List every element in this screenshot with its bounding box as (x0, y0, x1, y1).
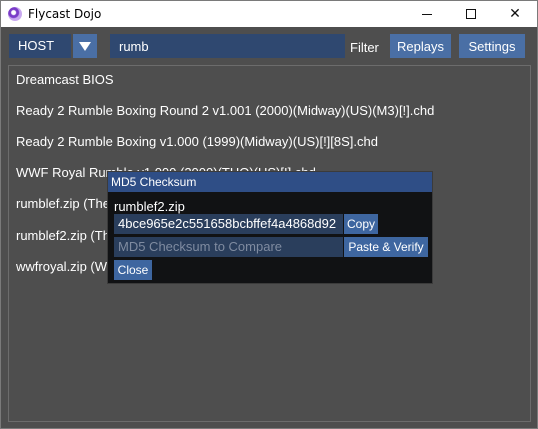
filter-label: Filter (350, 40, 379, 55)
app-window: Flycast Dojo ✕ HOST Filter Replays Setti… (0, 0, 538, 429)
game-list-item[interactable]: Dreamcast BIOS (16, 72, 114, 87)
game-list-item[interactable]: Ready 2 Rumble Boxing v1.000 (1999)(Midw… (16, 134, 378, 149)
game-list-item[interactable]: Ready 2 Rumble Boxing Round 2 v1.001 (20… (16, 103, 434, 118)
maximize-icon (466, 9, 476, 19)
flycast-logo-icon (8, 7, 22, 21)
dialog-filename: rumblef2.zip (114, 199, 185, 214)
md5-field[interactable]: 4bce965e2c551658bcbffef4a4868d92 (114, 214, 343, 234)
minimize-button[interactable] (405, 1, 449, 27)
compare-md5-input[interactable] (114, 237, 343, 257)
minimize-icon (422, 13, 432, 15)
mode-select[interactable]: HOST (9, 34, 71, 58)
chevron-down-icon (79, 41, 91, 51)
window-controls: ✕ (405, 1, 537, 27)
replays-button[interactable]: Replays (390, 34, 451, 58)
dialog-title[interactable]: MD5 Checksum (108, 172, 432, 192)
close-button[interactable]: Close (114, 260, 152, 280)
close-window-button[interactable]: ✕ (493, 1, 537, 27)
copy-button[interactable]: Copy (344, 214, 378, 234)
md5-checksum-dialog: MD5 Checksum rumblef2.zip 4bce965e2c5516… (107, 171, 433, 284)
paste-verify-button[interactable]: Paste & Verify (344, 237, 428, 257)
toolbar: HOST Filter Replays Settings (1, 27, 537, 65)
mode-dropdown-button[interactable] (73, 34, 97, 58)
close-icon: ✕ (509, 6, 521, 22)
maximize-button[interactable] (449, 1, 493, 27)
title-bar[interactable]: Flycast Dojo ✕ (1, 1, 537, 27)
settings-button[interactable]: Settings (459, 34, 525, 58)
filter-input[interactable] (110, 34, 345, 58)
window-title: Flycast Dojo (28, 7, 102, 21)
